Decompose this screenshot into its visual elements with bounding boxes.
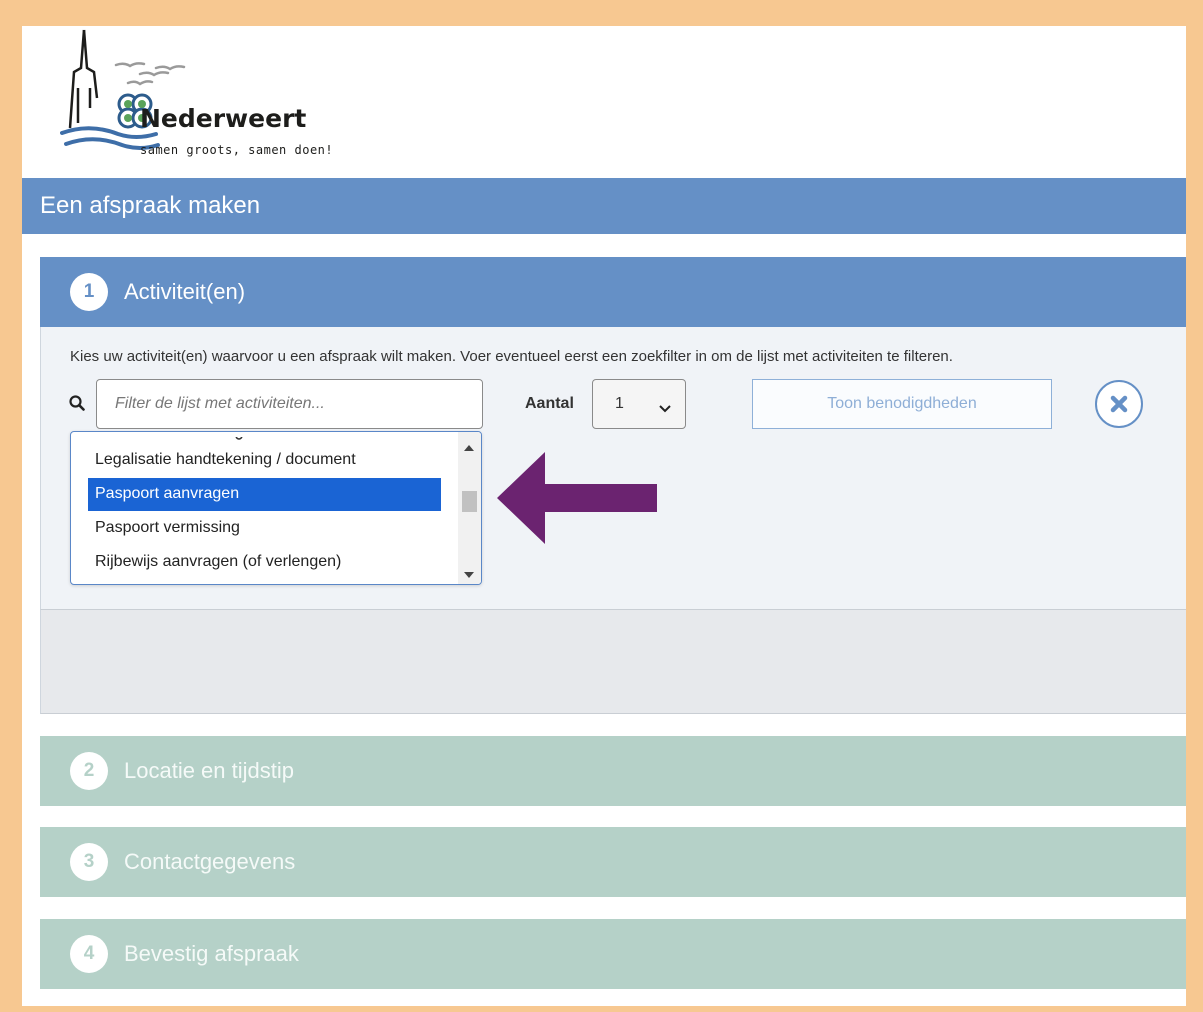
scroll-up-icon[interactable] bbox=[464, 438, 474, 456]
activities-panel-footer bbox=[40, 609, 1186, 714]
step-number: 1 bbox=[70, 273, 108, 311]
scrollbar-thumb[interactable] bbox=[462, 491, 477, 512]
aantal-select[interactable]: 1 bbox=[592, 379, 686, 429]
aantal-value: 1 bbox=[615, 395, 624, 412]
list-item[interactable]: Paspoort vermissing bbox=[88, 512, 441, 545]
scroll-down-icon[interactable] bbox=[464, 566, 474, 584]
nederweert-logo[interactable]: Nederweert samen groots, samen doen! bbox=[60, 28, 380, 163]
list-item-selected[interactable]: Paspoort aanvragen bbox=[88, 478, 441, 511]
list-item-partial bbox=[71, 432, 441, 440]
step-label: Contactgegevens bbox=[124, 849, 296, 874]
activity-listbox[interactable]: Legalisatie handtekening / document Pasp… bbox=[70, 431, 482, 585]
page-header: Een afspraak maken bbox=[22, 178, 1186, 234]
list-item[interactable]: Rijbewijs aanvragen (of verlengen) bbox=[88, 546, 441, 579]
step-number: 2 bbox=[70, 752, 108, 790]
activity-filter-input[interactable] bbox=[96, 379, 483, 429]
chevron-down-icon bbox=[659, 400, 671, 418]
close-circle-icon[interactable] bbox=[1095, 380, 1143, 428]
aantal-label: Aantal bbox=[525, 395, 574, 412]
arrow-left-icon bbox=[497, 452, 659, 549]
logo-tagline: samen groots, samen doen! bbox=[140, 143, 334, 157]
step-activities[interactable]: 1 Activiteit(en) bbox=[40, 257, 1186, 327]
listbox-scrollbar[interactable] bbox=[458, 432, 481, 584]
step-number: 4 bbox=[70, 935, 108, 973]
toon-benodigdheden-button[interactable]: Toon benodigdheden bbox=[752, 379, 1052, 429]
logo-name: Nederweert bbox=[140, 104, 307, 133]
step-confirm[interactable]: 4 Bevestig afspraak bbox=[40, 919, 1186, 989]
page-title: Een afspraak maken bbox=[40, 192, 261, 219]
step-label: Bevestig afspraak bbox=[124, 941, 299, 966]
list-item[interactable]: Legalisatie handtekening / document bbox=[88, 444, 441, 477]
page-frame: Nederweert samen groots, samen doen! Een… bbox=[22, 26, 1186, 1006]
step-label: Locatie en tijdstip bbox=[124, 758, 294, 783]
step-number: 3 bbox=[70, 843, 108, 881]
activity-instruction: Kies uw activiteit(en) waarvoor u een af… bbox=[70, 348, 953, 365]
step-location-time[interactable]: 2 Locatie en tijdstip bbox=[40, 736, 1186, 806]
search-icon bbox=[69, 395, 85, 416]
step-label: Activiteit(en) bbox=[124, 279, 246, 304]
step-contact-details[interactable]: 3 Contactgegevens bbox=[40, 827, 1186, 897]
